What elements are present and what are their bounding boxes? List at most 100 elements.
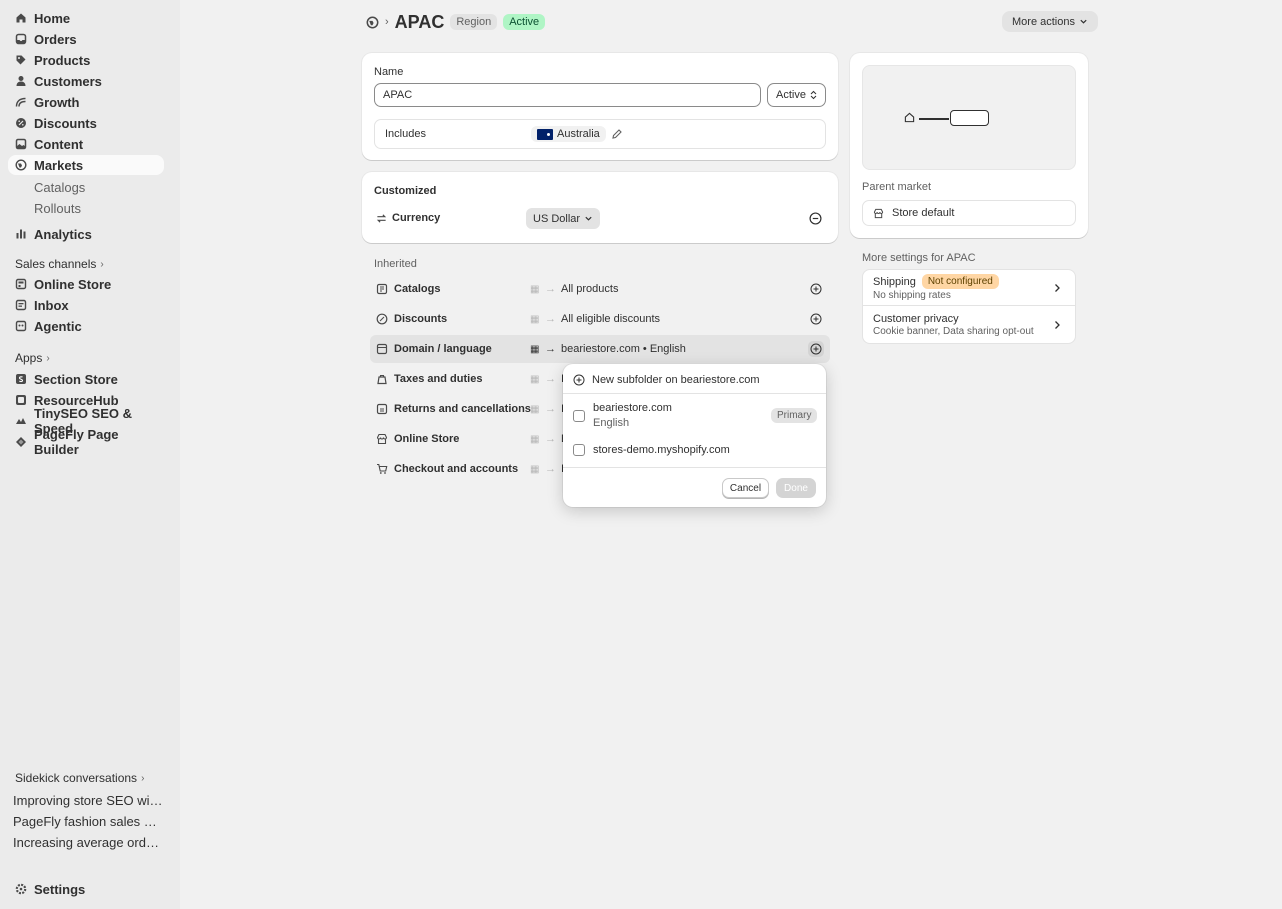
sidebar-item-label: Home — [34, 10, 71, 26]
sidebar-item-label: Settings — [34, 881, 86, 897]
domain-option-myshopify[interactable]: stores-demo.myshopify.com — [563, 443, 826, 457]
sidebar-app-section-store[interactable]: Section Store — [8, 369, 164, 389]
status-select[interactable]: Active — [767, 83, 826, 107]
domain-icon — [376, 343, 388, 355]
sidebar-item-label: Online Store — [34, 276, 112, 292]
sidekick-header[interactable]: Sidekick conversations › — [15, 771, 144, 785]
page-title: APAC — [394, 11, 445, 32]
customer-privacy-setting[interactable]: Customer privacy Cookie banner, Data sha… — [862, 306, 1076, 344]
sidekick-conversation[interactable]: Improving store SEO with Tin... — [13, 793, 163, 808]
sidebar-item-agentic[interactable]: Agentic — [8, 316, 164, 336]
edit-pencil-icon[interactable] — [611, 128, 623, 140]
sidebar-subitem-rollouts[interactable]: Rollouts — [34, 201, 81, 216]
row-value: All products — [561, 283, 619, 295]
arrow-right-icon: → — [545, 463, 556, 475]
resourcehub-icon — [15, 394, 27, 406]
sales-channels-header[interactable]: Sales channels › — [15, 257, 104, 271]
domain-popover: New subfolder on beariestore.com bearies… — [563, 364, 826, 507]
sidekick-conversation[interactable]: PageFly fashion sales promot... — [13, 814, 163, 829]
shipping-setting[interactable]: Shipping Not configured No shipping rate… — [862, 269, 1076, 306]
row-name: Checkout and accounts — [394, 463, 519, 475]
currency-exchange-icon — [376, 213, 387, 224]
apps-header[interactable]: Apps › — [15, 351, 50, 365]
pagefly-icon — [15, 436, 27, 448]
status-select-value: Active — [776, 89, 806, 101]
name-card: Name APAC Active Includes Australia — [362, 53, 838, 160]
add-circle-icon — [573, 374, 585, 386]
store-icon: ▦ — [530, 373, 540, 385]
sidebar-item-online-store[interactable]: Online Store — [8, 274, 164, 294]
divider — [563, 467, 826, 468]
home-icon — [15, 12, 27, 24]
select-arrows-icon — [810, 90, 817, 100]
sidebar-item-discounts[interactable]: Discounts — [8, 113, 164, 133]
currency-select[interactable]: US Dollar — [526, 208, 601, 229]
row-value: beariestore.com • English — [561, 343, 686, 355]
sidebar-item-growth[interactable]: Growth — [8, 92, 164, 112]
store-icon: ▦ — [530, 433, 540, 445]
sidebar-item-inbox[interactable]: Inbox — [8, 295, 164, 315]
image-icon — [15, 138, 27, 150]
add-circle-icon[interactable] — [808, 341, 824, 357]
sidebar-item-products[interactable]: Products — [8, 50, 164, 70]
sidekick-conversation[interactable]: Increasing average order val... — [13, 835, 163, 850]
inherited-row-discounts[interactable]: Discounts ▦ → All eligible discounts — [370, 305, 830, 333]
arrow-right-icon: → — [545, 373, 556, 385]
store-icon — [15, 278, 27, 290]
status-badge: Active — [503, 14, 546, 30]
discount-icon — [15, 117, 27, 129]
store-icon: ▦ — [530, 313, 540, 325]
remove-circle-icon[interactable] — [809, 212, 822, 225]
page-header: › APAC Region Active — [366, 11, 546, 32]
growth-icon — [15, 96, 27, 108]
sidebar-app-pagefly[interactable]: PageFly Page Builder — [8, 427, 164, 457]
arrow-right-icon: → — [545, 313, 556, 325]
parent-market-label: Parent market — [862, 181, 932, 193]
inherited-title: Inherited — [374, 258, 417, 270]
chevron-right-icon — [1053, 320, 1061, 330]
sidebar-item-analytics[interactable]: Analytics — [8, 224, 164, 244]
sidebar-item-markets[interactable]: Markets — [8, 155, 164, 175]
inherited-row-catalogs[interactable]: Catalogs ▦ → All products — [370, 275, 830, 303]
parent-market-selector[interactable]: Store default — [862, 200, 1076, 226]
primary-badge: Primary — [771, 408, 818, 423]
done-button[interactable]: Done — [776, 478, 816, 498]
sidebar-item-label: PageFly Page Builder — [34, 427, 119, 457]
sidebar-item-content[interactable]: Content — [8, 134, 164, 154]
sidebar-subitem-catalogs[interactable]: Catalogs — [34, 180, 85, 195]
shipping-subtitle: No shipping rates — [873, 290, 951, 301]
sidebar-item-label: Products — [34, 52, 91, 68]
arrow-right-icon: → — [545, 283, 556, 295]
cancel-button[interactable]: Cancel — [722, 478, 769, 498]
add-circle-icon[interactable] — [808, 311, 824, 327]
inherited-row-domain-language[interactable]: Domain / language ▦ → beariestore.com • … — [370, 335, 830, 363]
sidebar-item-settings[interactable]: Settings — [8, 879, 164, 899]
tinyseo-icon — [15, 415, 27, 427]
inbox-icon — [15, 33, 27, 45]
domain-option-beariestore[interactable]: beariestore.com English Primary — [563, 400, 826, 430]
chevron-right-icon — [1053, 283, 1061, 293]
store-icon: ▦ — [530, 343, 540, 355]
sidebar-item-home[interactable]: Home — [8, 8, 164, 28]
cart-icon — [376, 463, 388, 475]
parent-market-value: Store default — [892, 207, 955, 219]
more-actions-label: More actions — [1012, 15, 1075, 28]
sidebar-item-label: Analytics — [34, 226, 92, 242]
more-actions-button[interactable]: More actions — [1002, 11, 1098, 32]
not-configured-badge: Not configured — [921, 274, 999, 289]
includes-row: Includes Australia — [374, 119, 826, 149]
domain-checkbox[interactable] — [573, 444, 585, 456]
new-subfolder-option[interactable]: New subfolder on beariestore.com — [563, 373, 826, 387]
row-name: Domain / language — [394, 343, 492, 355]
sidebar-item-customers[interactable]: Customers — [8, 71, 164, 91]
markets-globe-icon[interactable] — [366, 16, 379, 29]
store-icon: ▦ — [530, 403, 540, 415]
name-input[interactable]: APAC — [374, 83, 761, 107]
domain-checkbox[interactable] — [573, 410, 585, 422]
domain-language: English — [593, 417, 630, 429]
sidebar-item-orders[interactable]: Orders — [8, 29, 164, 49]
domain-name: stores-demo.myshopify.com — [593, 444, 730, 456]
country-chip[interactable]: Australia — [531, 126, 606, 142]
store-icon: ▦ — [530, 283, 540, 295]
add-circle-icon[interactable] — [808, 281, 824, 297]
